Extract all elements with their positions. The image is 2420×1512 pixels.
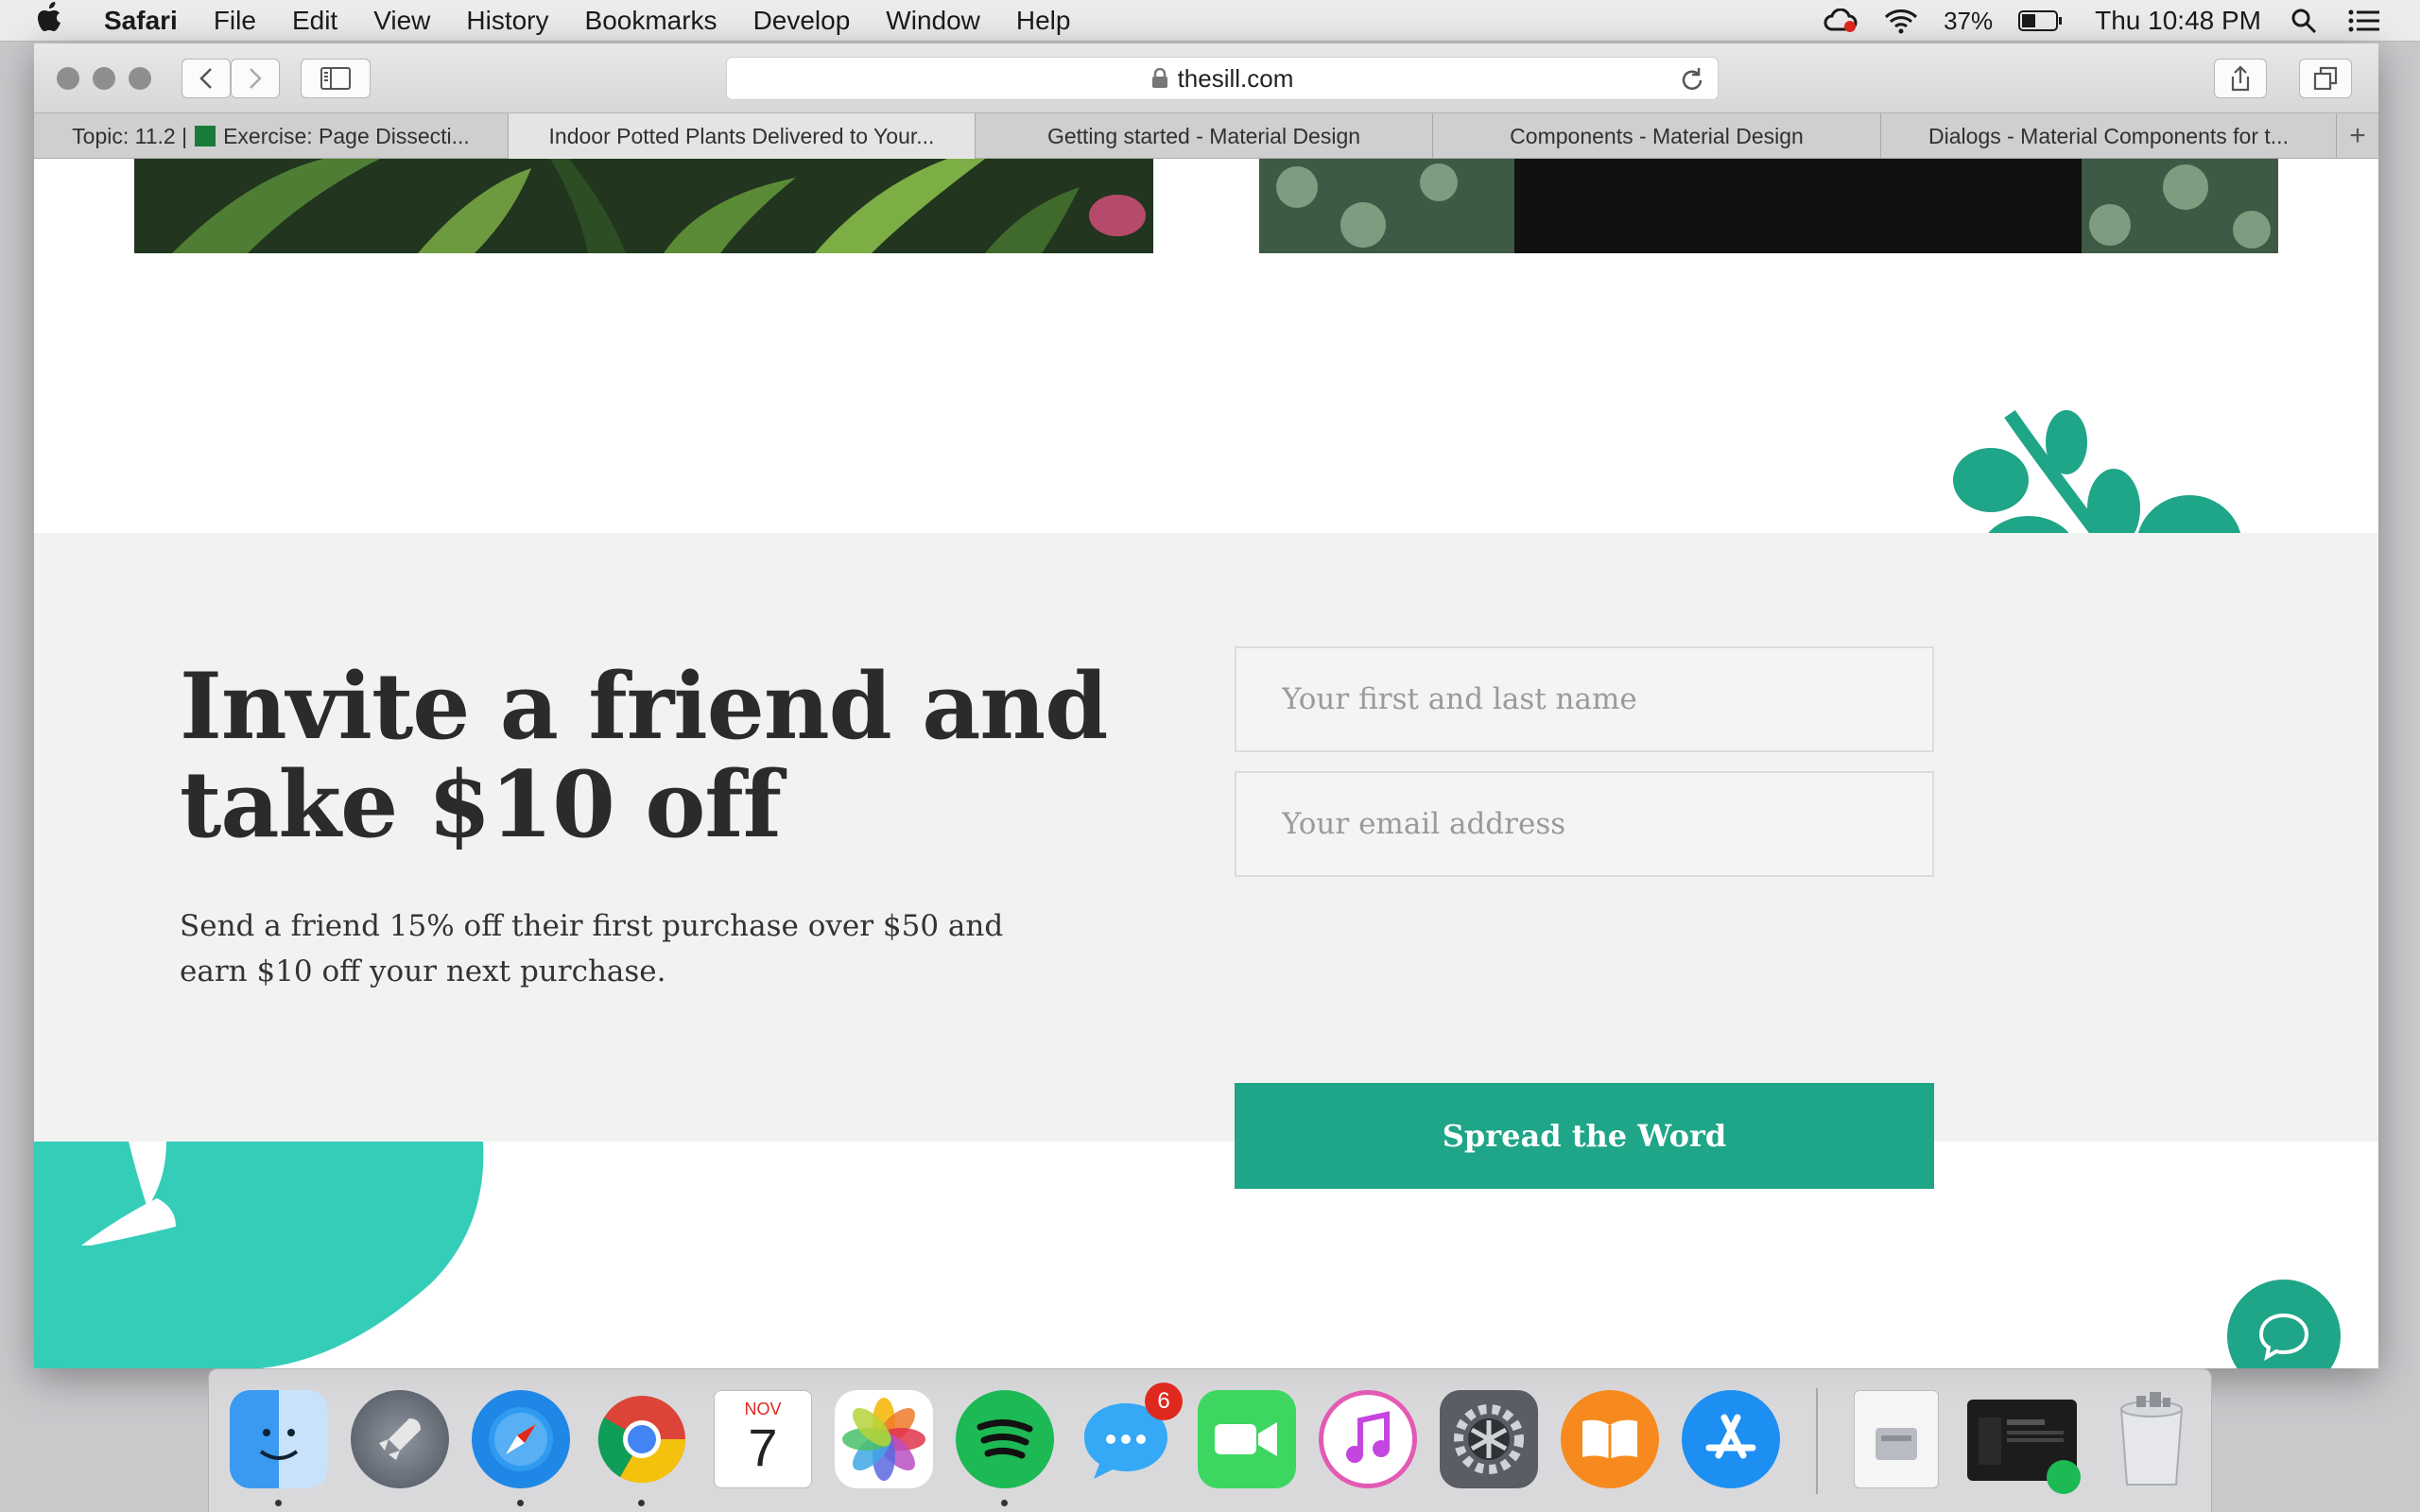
chat-icon — [2258, 1313, 2309, 1361]
chat-support-button[interactable] — [2227, 1280, 2341, 1368]
spotify-icon[interactable] — [956, 1390, 1054, 1488]
invite-description: Send a friend 15% off their first purcha… — [180, 909, 1004, 988]
apple-menu-icon[interactable] — [38, 2, 76, 39]
url-text: thesill.com — [1177, 63, 1294, 93]
tabs-icon — [2313, 66, 2338, 91]
dock: NOV 7 6 — [208, 1368, 2212, 1512]
wifi-icon[interactable] — [1883, 8, 1919, 34]
finder-icon[interactable] — [230, 1390, 328, 1488]
trash-icon[interactable] — [2109, 1390, 2194, 1488]
lock-icon — [1151, 68, 1167, 88]
address-bar[interactable]: thesill.com — [726, 57, 1719, 100]
safari-window: thesill.com Topic: 11.2 | Exercise: Page… — [34, 43, 2378, 1368]
window-close-button[interactable] — [57, 67, 79, 90]
calendar-icon[interactable]: NOV 7 — [714, 1390, 812, 1488]
messages-badge: 6 — [1145, 1383, 1183, 1420]
back-button[interactable] — [182, 59, 231, 98]
spotify-mini-icon — [2047, 1460, 2081, 1494]
tab-title: Exercise: Page Dissecti... — [223, 123, 470, 148]
chrome-icon[interactable] — [593, 1390, 691, 1488]
safari-icon[interactable] — [472, 1390, 570, 1488]
new-tab-button[interactable]: + — [2337, 113, 2378, 159]
facetime-icon[interactable] — [1198, 1390, 1296, 1488]
tab-overview-button[interactable] — [2299, 59, 2352, 98]
forward-button[interactable] — [231, 59, 280, 98]
menu-bookmarks[interactable]: Bookmarks — [585, 6, 717, 36]
menu-window[interactable]: Window — [886, 6, 980, 36]
web-page: Invite a friend and take $10 off Send a … — [34, 159, 2378, 1368]
tab-title: Getting started - Material Design — [1046, 123, 1361, 148]
tab-indoor-plants[interactable]: Indoor Potted Plants Delivered to Your..… — [509, 113, 976, 159]
share-button[interactable] — [2214, 59, 2267, 98]
invite-friend-section: Invite a friend and take $10 off Send a … — [34, 533, 2378, 1189]
ibooks-icon[interactable] — [1561, 1390, 1659, 1488]
launchpad-icon[interactable] — [351, 1390, 449, 1488]
tab-material-components[interactable]: Components - Material Design — [1433, 113, 1881, 159]
menu-edit[interactable]: Edit — [292, 6, 337, 36]
running-indicator — [275, 1500, 282, 1506]
plant-photo-right[interactable] — [1259, 159, 2278, 253]
running-indicator — [517, 1500, 524, 1506]
tab-title: Components - Material Design — [1510, 123, 1804, 148]
monstera-leaf-decoration — [34, 1142, 484, 1368]
spotify-window-thumbnail[interactable] — [1967, 1400, 2081, 1494]
window-zoom-button[interactable] — [129, 67, 151, 90]
notification-center-icon[interactable] — [2346, 8, 2382, 34]
battery-icon[interactable] — [2017, 8, 2065, 34]
sidebar-toggle-button[interactable] — [301, 59, 371, 98]
menu-bar: Safari File Edit View History Bookmarks … — [0, 0, 2420, 42]
running-indicator — [638, 1500, 645, 1506]
window-minimize-button[interactable] — [93, 67, 115, 90]
tab-title: Indoor Potted Plants Delivered to Your..… — [548, 123, 935, 148]
chevron-right-icon — [250, 68, 262, 89]
menu-history[interactable]: History — [466, 6, 548, 36]
menu-help[interactable]: Help — [1016, 6, 1071, 36]
battery-percent: 37% — [1944, 6, 1994, 35]
photos-icon[interactable] — [835, 1390, 933, 1488]
calendar-day: 7 — [748, 1417, 778, 1477]
tab-material-dialogs[interactable]: Dialogs - Material Components for t... — [1881, 113, 2337, 159]
tab-bar: Topic: 11.2 | Exercise: Page Dissecti...… — [34, 113, 2378, 159]
menu-clock[interactable]: Thu 10:48 PM — [2095, 6, 2261, 36]
chevron-left-icon — [199, 68, 212, 89]
menu-app-safari[interactable]: Safari — [104, 6, 178, 36]
reload-icon[interactable] — [1680, 66, 1704, 99]
browser-toolbar: thesill.com — [34, 43, 2378, 113]
favicon-icon — [195, 126, 216, 146]
friend-email-field[interactable] — [1235, 771, 1934, 877]
itunes-icon[interactable] — [1319, 1390, 1417, 1488]
spread-the-word-button[interactable]: Spread the Word — [1235, 1083, 1934, 1189]
plant-photo-left[interactable] — [134, 159, 1153, 253]
running-indicator — [1001, 1500, 1008, 1506]
menu-file[interactable]: File — [214, 6, 256, 36]
menu-view[interactable]: View — [373, 6, 430, 36]
share-icon — [2231, 65, 2250, 92]
spotlight-search-icon[interactable] — [2286, 8, 2322, 34]
document-stack-icon[interactable] — [1854, 1390, 1939, 1488]
system-preferences-icon[interactable] — [1440, 1390, 1538, 1488]
friend-name-field[interactable] — [1235, 646, 1934, 752]
dock-separator — [1816, 1388, 1818, 1494]
tab-page-dissection[interactable]: Topic: 11.2 | Exercise: Page Dissecti... — [34, 113, 509, 159]
tab-material-getting-started[interactable]: Getting started - Material Design — [976, 113, 1433, 159]
sidebar-icon — [320, 67, 351, 90]
menu-develop[interactable]: Develop — [753, 6, 851, 36]
messages-icon[interactable]: 6 — [1077, 1383, 1183, 1488]
tab-prefix: Topic: 11.2 | — [72, 123, 188, 148]
app-store-icon[interactable] — [1682, 1390, 1780, 1488]
calendar-month: NOV — [744, 1399, 782, 1418]
creative-cloud-icon[interactable] — [1823, 8, 1858, 34]
tab-title: Dialogs - Material Components for t... — [1928, 123, 2289, 148]
invite-headline: Invite a friend and take $10 off — [180, 653, 1108, 858]
